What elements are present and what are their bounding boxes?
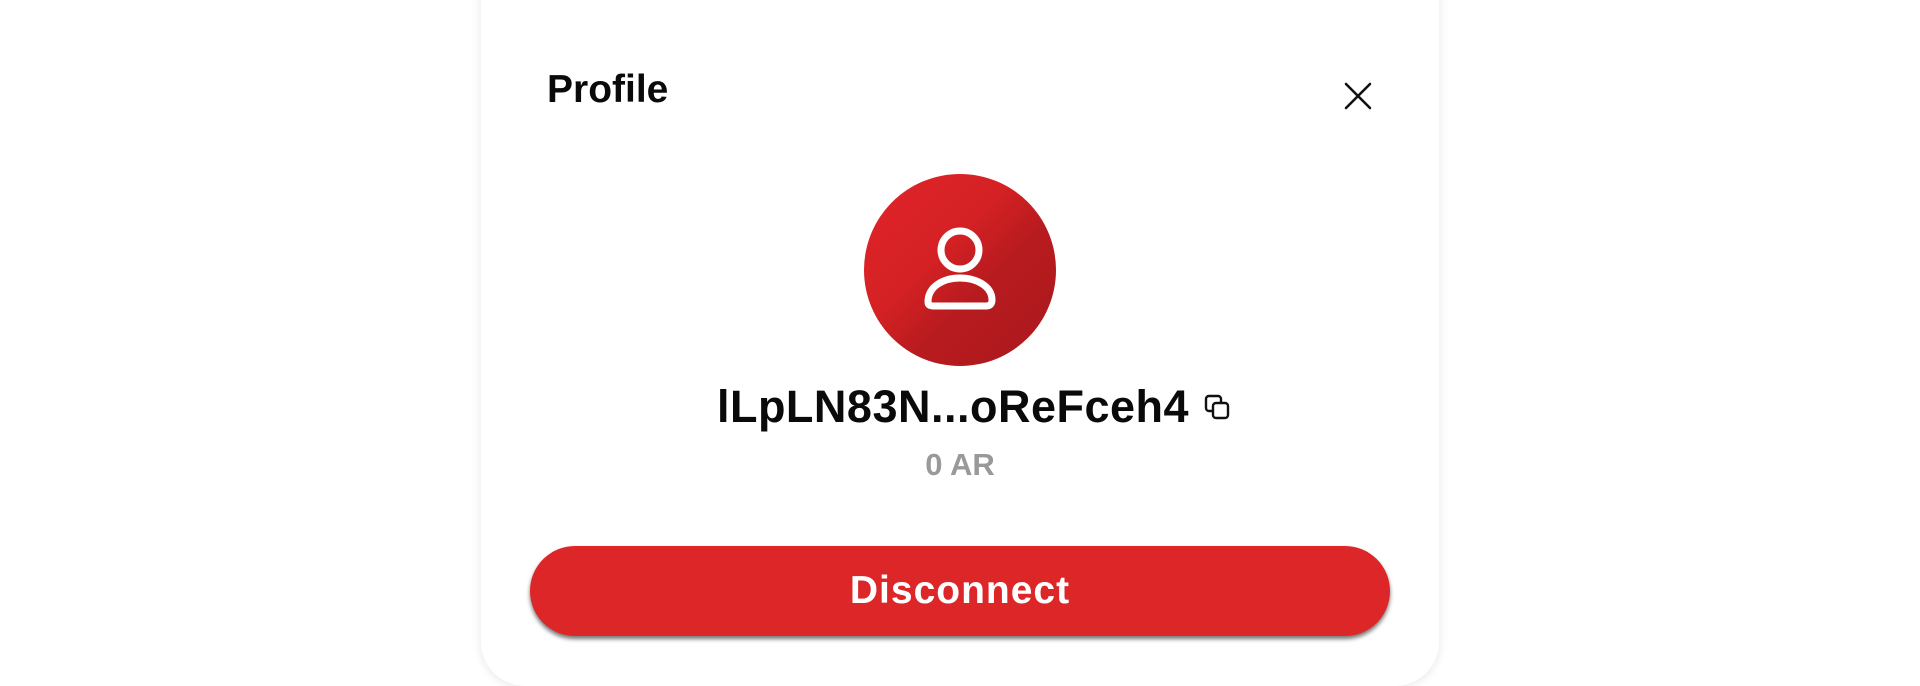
- address-row: lLpLN83N...oReFceh4: [0, 381, 1920, 432]
- copy-icon: [1204, 394, 1230, 420]
- close-button[interactable]: [1342, 80, 1374, 112]
- wallet-address: lLpLN83N...oReFceh4: [716, 381, 1190, 432]
- avatar: [864, 174, 1056, 366]
- copy-address-button[interactable]: [1203, 393, 1231, 421]
- close-icon: [1344, 82, 1372, 110]
- modal-title: Profile: [547, 68, 669, 111]
- disconnect-button[interactable]: Disconnect: [530, 546, 1390, 636]
- user-icon: [924, 227, 996, 310]
- balance: 0 AR: [925, 447, 995, 482]
